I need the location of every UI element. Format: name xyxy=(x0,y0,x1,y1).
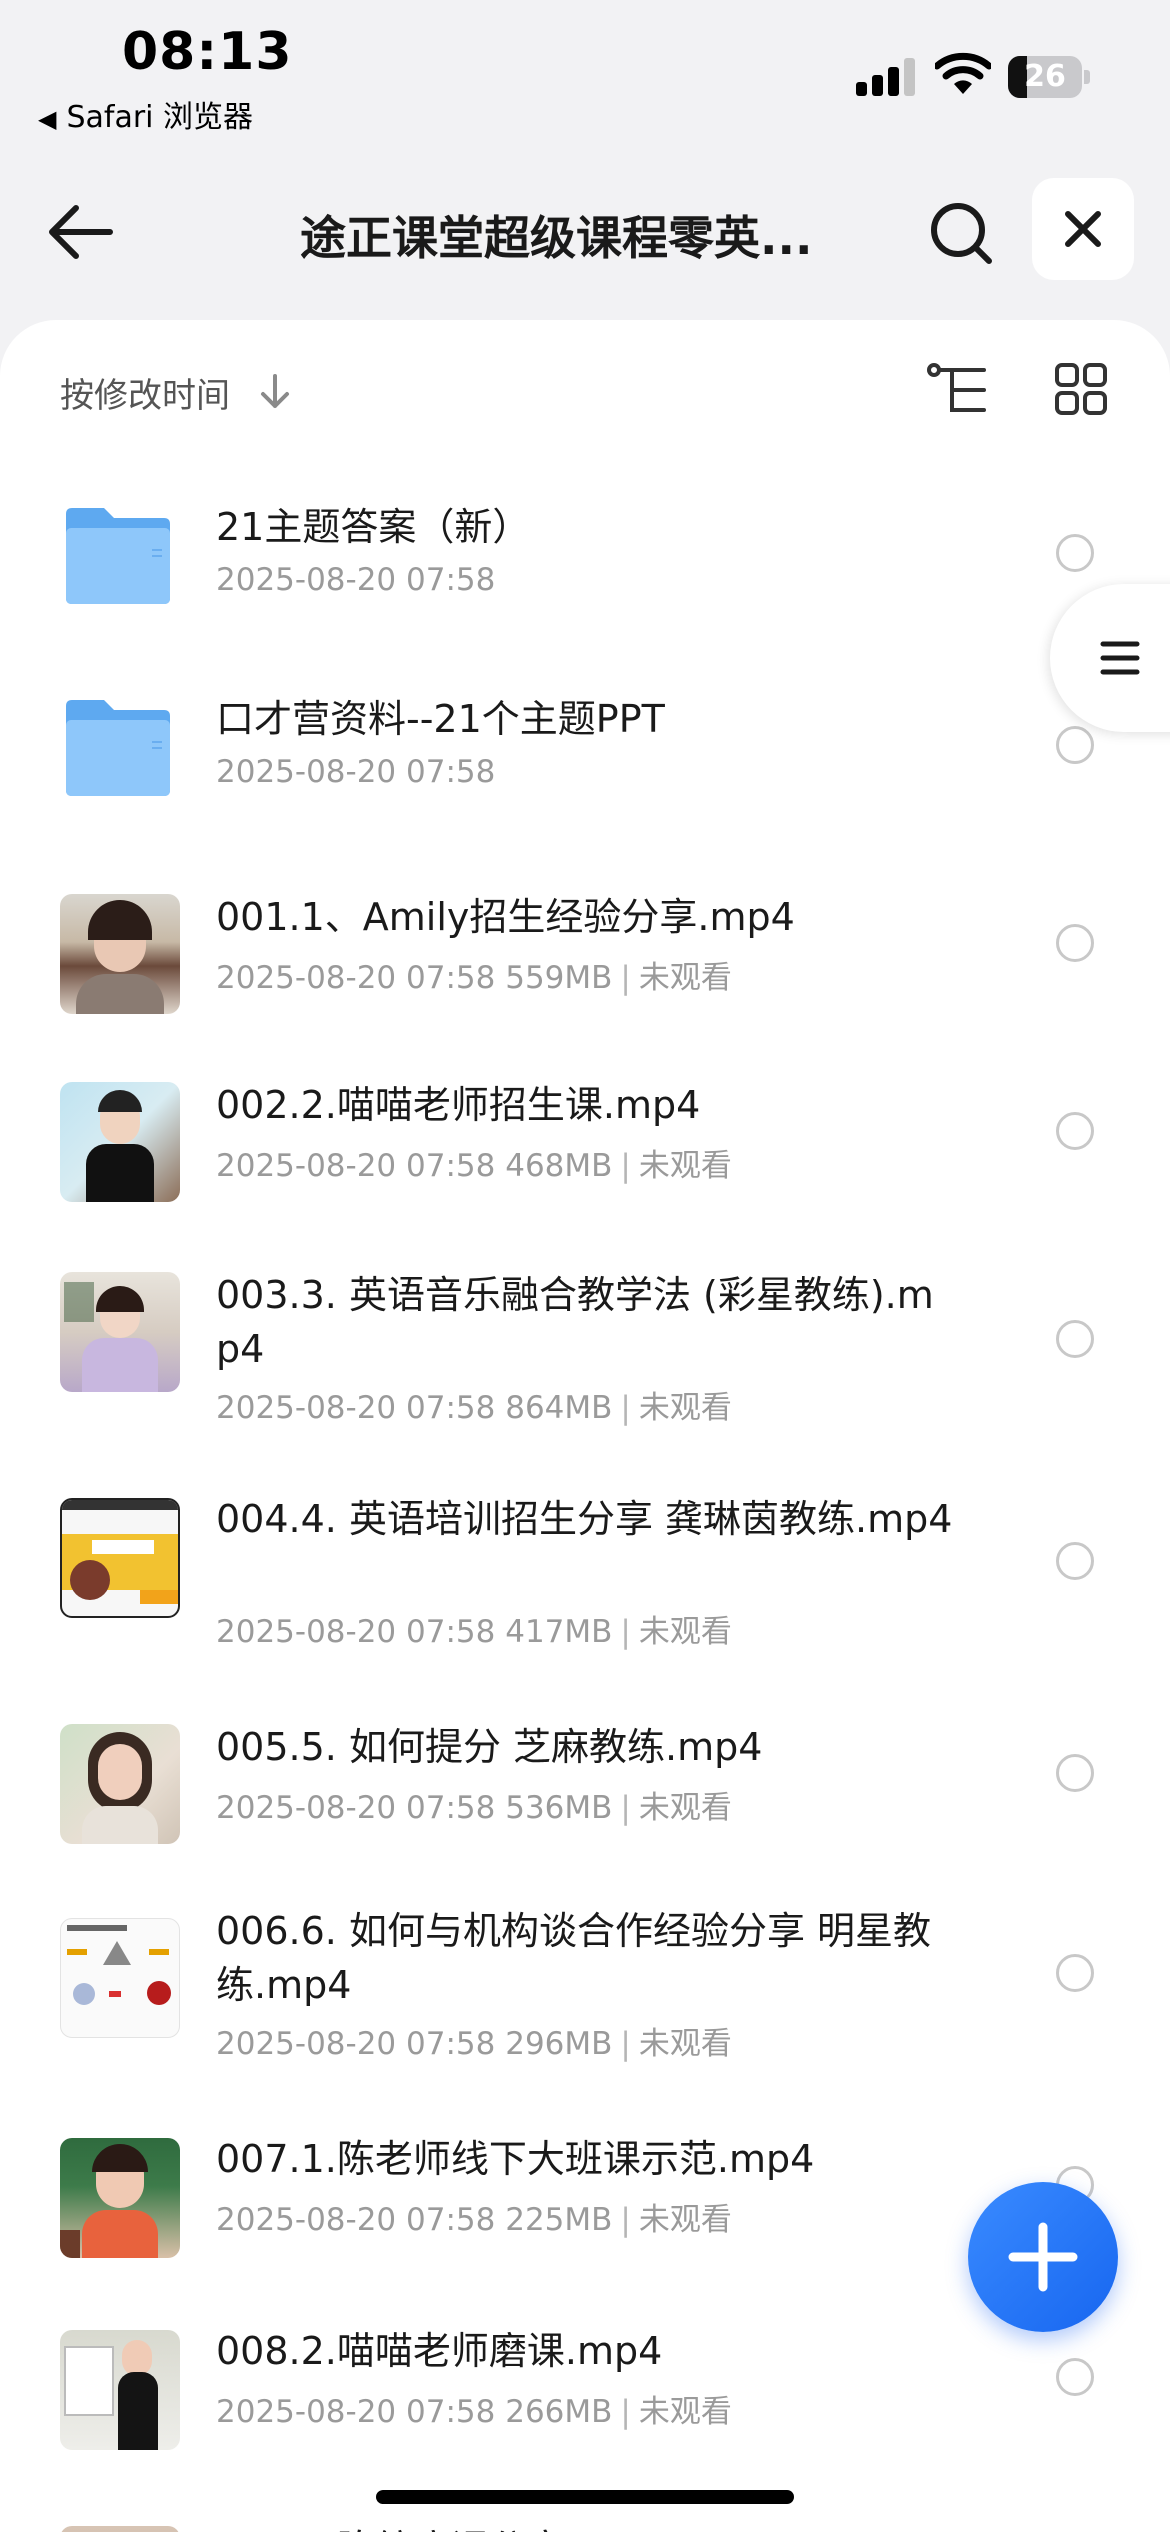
file-name: 004.4. 英语培训招生分享 龚琳茵教练.mp4 xyxy=(216,1497,953,1541)
file-name: 006.6. 如何与机构谈合作经验分享 明星教练.mp4 xyxy=(216,1909,932,2007)
back-to-app-link[interactable]: ◀ Safari 浏览器 xyxy=(38,92,253,136)
select-radio[interactable] xyxy=(1056,2358,1094,2396)
list-item[interactable]: 001.1、Amily招生经验分享.mp4 2025-08-20 07:58 5… xyxy=(0,840,1170,1032)
battery-level: 26 xyxy=(1024,59,1066,94)
video-thumbnail xyxy=(60,2526,180,2532)
back-app-label: Safari 浏览器 xyxy=(66,100,254,135)
close-icon xyxy=(1065,211,1101,247)
file-size: 225MB xyxy=(505,2202,613,2238)
select-radio[interactable] xyxy=(1056,1954,1094,1992)
file-meta: 2025-08-20 07:58 864MB | 未观看 xyxy=(216,1390,732,1426)
file-meta: 2025-08-20 07:58 xyxy=(216,754,495,790)
list-item[interactable]: 口才营资料--21个主题PPT 2025-08-20 07:58 xyxy=(0,650,1170,840)
file-meta: 2025-08-20 07:58 266MB | 未观看 xyxy=(216,2394,732,2430)
select-radio[interactable] xyxy=(1056,1754,1094,1792)
plus-icon xyxy=(1008,2222,1078,2292)
file-size: 559MB xyxy=(505,960,613,996)
file-date: 2025-08-20 07:58 xyxy=(216,1614,496,1650)
file-meta: 2025-08-20 07:58 468MB | 未观看 xyxy=(216,1148,732,1184)
watch-status: 未观看 xyxy=(638,1790,732,1826)
file-size: 468MB xyxy=(505,1148,613,1184)
file-name: 008.2.喵喵老师磨课.mp4 xyxy=(216,2329,663,2373)
menu-icon xyxy=(1100,641,1140,675)
file-size: 417MB xyxy=(505,1614,613,1650)
file-date: 2025-08-20 07:58 xyxy=(216,2202,496,2238)
file-name: 003.3. 英语音乐融合教学法 (彩星教练).mp4 xyxy=(216,1273,934,1371)
video-thumbnail xyxy=(60,1082,180,1202)
nav-header: 途正课堂超级课程零英... xyxy=(0,170,1170,290)
tree-view-icon[interactable] xyxy=(926,362,988,418)
file-date: 2025-08-20 07:58 xyxy=(216,1148,496,1184)
list-item[interactable]: 004.4. 英语培训招生分享 龚琳茵教练.mp4 2025-08-20 07:… xyxy=(0,1446,1170,1668)
watch-status: 未观看 xyxy=(638,960,732,996)
file-date: 2025-08-20 07:58 xyxy=(216,2026,496,2062)
sort-down-arrow-icon[interactable] xyxy=(258,372,292,412)
file-date: 2025-08-20 07:58 xyxy=(216,2394,496,2430)
file-date: 2025-08-20 07:58 xyxy=(216,1790,496,1826)
select-radio[interactable] xyxy=(1056,1112,1094,1150)
grid-view-icon[interactable] xyxy=(1054,362,1108,416)
file-name: 001.1、Amily招生经验分享.mp4 xyxy=(216,895,795,939)
video-thumbnail xyxy=(60,1498,180,1618)
file-size: 296MB xyxy=(505,2026,613,2062)
select-radio[interactable] xyxy=(1056,1320,1094,1358)
file-name: 002.2.喵喵老师招生课.mp4 xyxy=(216,1083,701,1127)
list-item[interactable]: 005.5. 如何提分 芝麻教练.mp4 2025-08-20 07:58 53… xyxy=(0,1668,1170,1858)
select-radio[interactable] xyxy=(1056,726,1094,764)
back-arrow-icon[interactable] xyxy=(42,200,122,264)
file-size: 536MB xyxy=(505,1790,613,1826)
file-name: 005.5. 如何提分 芝麻教练.mp4 xyxy=(216,1725,763,1769)
file-date: 2025-08-20 07:58 xyxy=(216,562,496,598)
video-thumbnail xyxy=(60,2330,180,2450)
file-name: 007.1.陈老师线下大班课示范.mp4 xyxy=(216,2137,815,2181)
select-radio[interactable] xyxy=(1056,924,1094,962)
file-date: 2025-08-20 07:58 xyxy=(216,1390,496,1426)
watch-status: 未观看 xyxy=(638,1390,732,1426)
list-item[interactable]: 006.6. 如何与机构谈合作经验分享 明星教练.mp4 2025-08-20 … xyxy=(0,1858,1170,2080)
video-thumbnail xyxy=(60,2138,180,2258)
select-radio[interactable] xyxy=(1056,1542,1094,1580)
close-button[interactable] xyxy=(1032,178,1134,280)
file-meta: 2025-08-20 07:58 417MB | 未观看 xyxy=(216,1614,732,1650)
watch-status: 未观看 xyxy=(638,1148,732,1184)
file-size: 864MB xyxy=(505,1390,613,1426)
wifi-icon xyxy=(935,52,991,94)
video-thumbnail xyxy=(60,1918,180,2038)
file-date: 2025-08-20 07:58 xyxy=(216,960,496,996)
select-radio[interactable] xyxy=(1056,534,1094,572)
video-thumbnail xyxy=(60,894,180,1014)
file-meta: 2025-08-20 07:58 559MB | 未观看 xyxy=(216,960,732,996)
video-thumbnail xyxy=(60,1724,180,1844)
file-name: 21主题答案（新） xyxy=(216,505,531,549)
folder-icon xyxy=(66,700,170,796)
back-triangle-icon: ◀ xyxy=(38,105,57,133)
watch-status: 未观看 xyxy=(638,1614,732,1650)
sort-by-modified-time[interactable]: 按修改时间 xyxy=(60,368,230,417)
video-thumbnail xyxy=(60,1272,180,1392)
list-item[interactable]: 003.3. 英语音乐融合教学法 (彩星教练).mp4 2025-08-20 0… xyxy=(0,1224,1170,1446)
watch-status: 未观看 xyxy=(638,2202,732,2238)
file-meta: 2025-08-20 07:58 296MB | 未观看 xyxy=(216,2026,732,2062)
file-meta: 2025-08-20 07:58 225MB | 未观看 xyxy=(216,2202,732,2238)
folder-icon xyxy=(66,508,170,604)
file-meta: 2025-08-20 07:58 536MB | 未观看 xyxy=(216,1790,732,1826)
file-name: 009.3.陈纺磨课分享.mp4 xyxy=(216,2522,956,2532)
file-name: 口才营资料--21个主题PPT xyxy=(216,697,665,741)
watch-status: 未观看 xyxy=(638,2394,732,2430)
status-time: 08:13 xyxy=(122,22,293,82)
list-item[interactable]: 002.2.喵喵老师招生课.mp4 2025-08-20 07:58 468MB… xyxy=(0,1032,1170,1224)
battery-icon: 26 xyxy=(1008,56,1090,98)
page-title: 途正课堂超级课程零英... xyxy=(300,211,813,265)
search-icon[interactable] xyxy=(926,198,996,268)
add-button[interactable] xyxy=(968,2182,1118,2332)
status-bar: 08:13 ◀ Safari 浏览器 26 xyxy=(0,0,1170,135)
file-size: 266MB xyxy=(505,2394,613,2430)
cellular-signal-icon xyxy=(856,58,916,96)
watch-status: 未观看 xyxy=(638,2026,732,2062)
list-item[interactable]: 21主题答案（新） 2025-08-20 07:58 xyxy=(0,460,1170,650)
file-date: 2025-08-20 07:58 xyxy=(216,754,496,790)
sort-bar: 按修改时间 xyxy=(0,320,1170,460)
file-meta: 2025-08-20 07:58 xyxy=(216,562,495,598)
home-indicator xyxy=(376,2490,794,2504)
